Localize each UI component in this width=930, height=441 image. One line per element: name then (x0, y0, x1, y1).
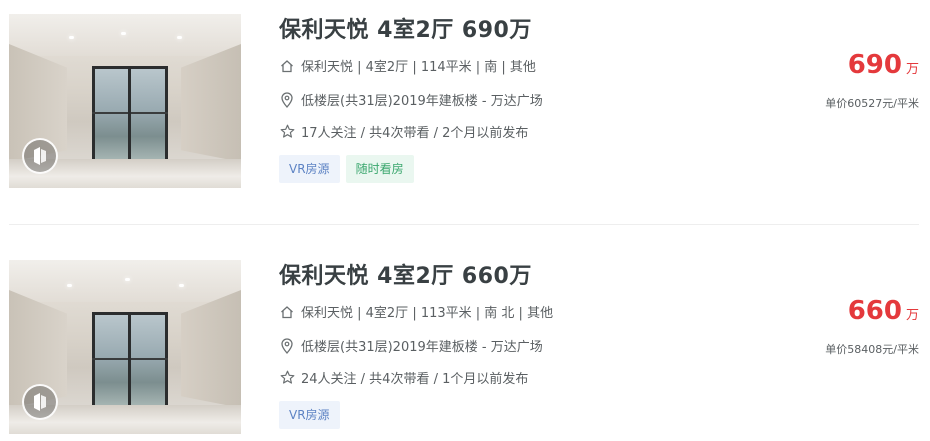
location-pin-icon (279, 91, 295, 108)
total-price-unit: 万 (905, 62, 919, 77)
listing-title[interactable]: 保利天悦 4室2厅 660万 (279, 258, 532, 290)
tag-list: VR房源 (279, 401, 340, 429)
position-info-row: 低楼层(共31层)2019年建板楼 - 万达广场 (279, 90, 543, 109)
house-icon (279, 304, 295, 320)
house-info-row: 保利天悦 | 4室2厅 | 113平米 | 南 北 | 其他 (279, 302, 553, 321)
total-price-value: 660 (847, 296, 902, 326)
follow-info: 24人关注 / 共4次带看 / 1个月以前发布 (301, 372, 529, 387)
listing-divider (9, 224, 919, 225)
listing-card[interactable]: 保利天悦 4室2厅 690万 保利天悦 | 4室2厅 | 114平米 | 南 |… (0, 0, 930, 190)
unit-price: 单价60527元/平米 (825, 97, 919, 110)
tag-anytime-viewing: 随时看房 (345, 155, 414, 183)
follow-info: 17人关注 / 共4次带看 / 2个月以前发布 (301, 126, 529, 141)
vr-badge-icon[interactable] (22, 384, 58, 420)
star-icon (279, 124, 295, 140)
tag-vr: VR房源 (279, 401, 340, 429)
total-price-value: 690 (847, 50, 902, 80)
listing-photo[interactable] (9, 14, 241, 188)
unit-price: 单价58408元/平米 (825, 343, 919, 356)
star-icon (279, 370, 295, 386)
total-price-unit: 万 (905, 308, 919, 323)
position-info[interactable]: 低楼层(共31层)2019年建板楼 - 万达广场 (301, 90, 543, 109)
house-info-row: 保利天悦 | 4室2厅 | 114平米 | 南 | 其他 (279, 56, 536, 75)
listing-photo[interactable] (9, 260, 241, 434)
position-info-row: 低楼层(共31层)2019年建板楼 - 万达广场 (279, 336, 543, 355)
house-icon (279, 58, 295, 74)
house-info: 保利天悦 | 4室2厅 | 113平米 | 南 北 | 其他 (301, 306, 554, 321)
total-price: 690 万 (848, 50, 919, 80)
house-info: 保利天悦 | 4室2厅 | 114平米 | 南 | 其他 (301, 60, 536, 75)
follow-info-row: 17人关注 / 共4次带看 / 2个月以前发布 (279, 122, 528, 141)
total-price: 660 万 (848, 296, 919, 326)
listing-title[interactable]: 保利天悦 4室2厅 690万 (279, 12, 532, 44)
location-pin-icon (279, 337, 295, 354)
tag-vr: VR房源 (279, 155, 340, 183)
follow-info-row: 24人关注 / 共4次带看 / 1个月以前发布 (279, 368, 528, 387)
tag-list: VR房源 随时看房 (279, 155, 414, 183)
position-info[interactable]: 低楼层(共31层)2019年建板楼 - 万达广场 (301, 336, 543, 355)
vr-badge-icon[interactable] (22, 138, 58, 174)
listing-card[interactable]: 保利天悦 4室2厅 660万 保利天悦 | 4室2厅 | 113平米 | 南 北… (0, 246, 930, 436)
